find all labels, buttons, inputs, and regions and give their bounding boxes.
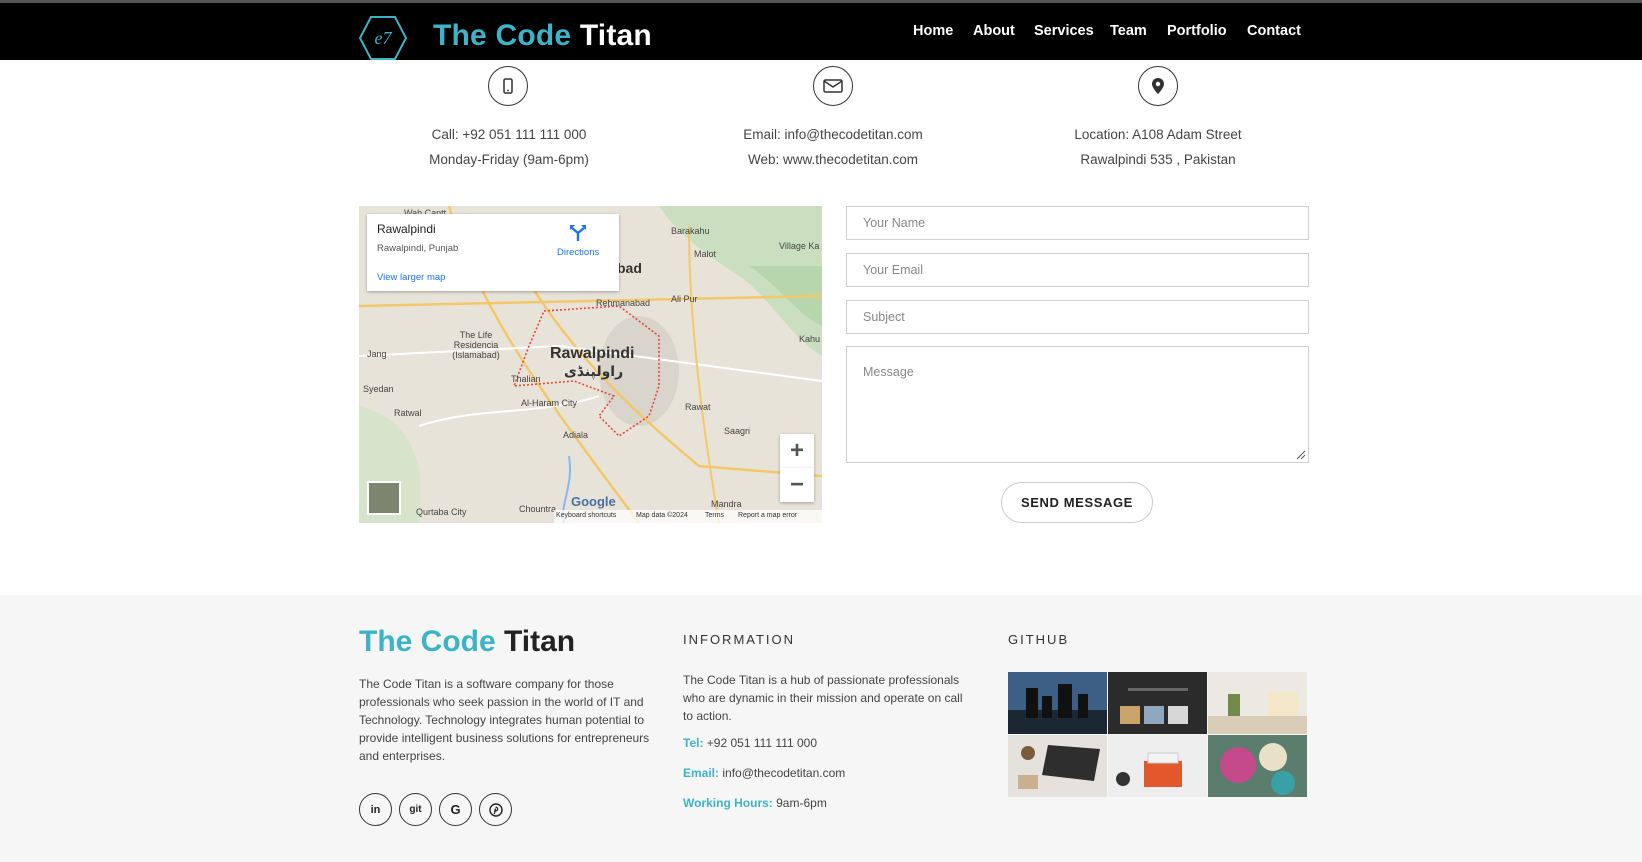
git-icon[interactable]: git (399, 793, 432, 826)
pinterest-icon[interactable] (479, 793, 512, 826)
send-message-button[interactable]: SEND MESSAGE (1001, 482, 1153, 523)
message-field[interactable]: Message (846, 346, 1309, 463)
zoom-out-button[interactable]: − (780, 468, 814, 502)
github-thumbnail[interactable] (1208, 735, 1307, 797)
phone-line: Call: +92 051 111 111 000 (431, 127, 587, 142)
footer-brand[interactable]: The Code Titan (359, 625, 575, 659)
footer-tel: Tel: +92 051 111 111 000 (683, 736, 817, 750)
nav-item-home[interactable]: Home (913, 23, 953, 63)
hours-value: 9am-6pm (776, 796, 827, 810)
keyboard-shortcuts-link[interactable]: Keyboard shortcuts (556, 512, 616, 519)
github-thumbnail[interactable] (1008, 735, 1107, 797)
pinterest-glyph (488, 802, 503, 817)
map-label: The Life Residencia (Islamabad) (452, 330, 500, 360)
map-label: Mandra (711, 499, 742, 509)
tel-value: +92 051 111 111 000 (706, 736, 818, 750)
map-label: bad (617, 260, 642, 276)
nav-item-portfolio[interactable]: Portfolio (1167, 23, 1227, 63)
location-line: Location: A108 Adam Street (1074, 127, 1242, 142)
google-map[interactable]: Wah Cantt Barakahu Malot Village Ka Rehm… (359, 206, 822, 523)
map-label: Rawat (685, 402, 711, 412)
directions-icon[interactable] (567, 224, 589, 242)
github-thumbnail[interactable] (1108, 735, 1207, 797)
terms-link[interactable]: Terms (705, 512, 724, 519)
map-footer: Keyboard shortcuts Map data ©2024 Terms … (554, 510, 822, 523)
nav-item-team[interactable]: Team (1110, 23, 1147, 63)
footer: The Code Titan The Code Titan is a softw… (0, 595, 1642, 862)
map-label: Barakahu (671, 226, 710, 236)
map-label: Thalian (511, 374, 541, 384)
map-label: Jang (367, 349, 387, 359)
report-map-error-link[interactable]: Report a map error (738, 512, 797, 519)
map-label: Malot (694, 249, 717, 259)
resize-handle-icon[interactable] (1296, 450, 1306, 460)
message-placeholder: Message (863, 365, 914, 379)
map-place-card: Rawalpindi Rawalpindi, Punjab View large… (367, 214, 619, 291)
github-thumbnail[interactable] (1108, 672, 1207, 734)
email-value: info@thecodetitan.com (722, 766, 846, 780)
map-label: Kahu (799, 334, 821, 344)
email-line: Email: info@thecodetitan.com (743, 127, 923, 142)
envelope-icon (813, 66, 853, 106)
map-city-label-urdu: راولپنڈی (564, 364, 624, 380)
map-label: Ali Pur (671, 294, 698, 304)
map-label: Rehmanabad (596, 298, 651, 308)
city-line: Rawalpindi 535 , Pakistan (1080, 152, 1236, 167)
github-thumbnail[interactable] (1208, 672, 1307, 734)
map-satellite-toggle[interactable] (367, 481, 401, 515)
view-larger-map-link[interactable]: View larger map (377, 272, 445, 283)
subject-placeholder: Subject (863, 310, 905, 324)
email-field[interactable]: Your Email (846, 253, 1309, 287)
hours-line: Monday-Friday (9am-6pm) (429, 152, 589, 167)
hours-label: Working Hours: (683, 796, 773, 810)
nav-item-contact[interactable]: Contact (1247, 23, 1301, 63)
directions-link[interactable]: Directions (557, 247, 599, 258)
tel-label: Tel: (683, 736, 704, 750)
linkedin-icon[interactable]: in (359, 793, 392, 826)
map-label: Syedan (363, 384, 394, 394)
main-nav: Home About Services Team Portfolio Conta… (0, 23, 1642, 63)
google-icon[interactable]: G (439, 793, 472, 826)
information-heading: INFORMATION (683, 632, 796, 647)
nav-item-services[interactable]: Services (1034, 23, 1094, 63)
map-label: Adiala (563, 430, 589, 440)
map-label: Village Ka (779, 241, 820, 251)
web-line: Web: www.thecodetitan.com (747, 152, 919, 167)
github-thumbnail[interactable] (1008, 672, 1107, 734)
top-navbar: e7 The Code Titan Home About Services Te… (0, 0, 1642, 63)
information-text: The Code Titan is a hub of passionate pr… (683, 673, 963, 723)
map-place-name: Rawalpindi (377, 222, 436, 236)
map-data-text: Map data ©2024 (636, 512, 688, 519)
footer-about-text: The Code Titan is a software company for… (359, 677, 650, 763)
map-label: Ratwal (394, 408, 422, 418)
google-logo: Google (571, 494, 616, 509)
map-pin-icon (1138, 66, 1178, 106)
footer-hours: Working Hours: 9am-6pm (683, 796, 827, 810)
nav-item-about[interactable]: About (973, 23, 1015, 63)
email-placeholder: Your Email (863, 263, 923, 277)
name-field[interactable]: Your Name (846, 206, 1309, 240)
name-placeholder: Your Name (863, 216, 926, 230)
github-gallery (1008, 672, 1310, 797)
footer-brand-part2: Titan (504, 625, 576, 658)
subject-field[interactable]: Subject (846, 300, 1309, 334)
mobile-phone-icon (488, 66, 528, 106)
map-place-sub: Rawalpindi, Punjab (377, 243, 459, 254)
footer-brand-part1: The Code (359, 625, 496, 658)
footer-email: Email: info@thecodetitan.com (683, 766, 845, 780)
email-label: Email: (683, 766, 720, 780)
map-label: Qurtaba City (416, 507, 467, 517)
github-heading: GITHUB (1008, 632, 1070, 647)
map-city-label: Rawalpindi (550, 345, 635, 362)
map-label: Saagri (724, 426, 751, 436)
zoom-in-button[interactable]: + (780, 434, 814, 468)
map-label: Chountra (519, 504, 557, 514)
map-label: Al-Haram City (521, 398, 578, 408)
